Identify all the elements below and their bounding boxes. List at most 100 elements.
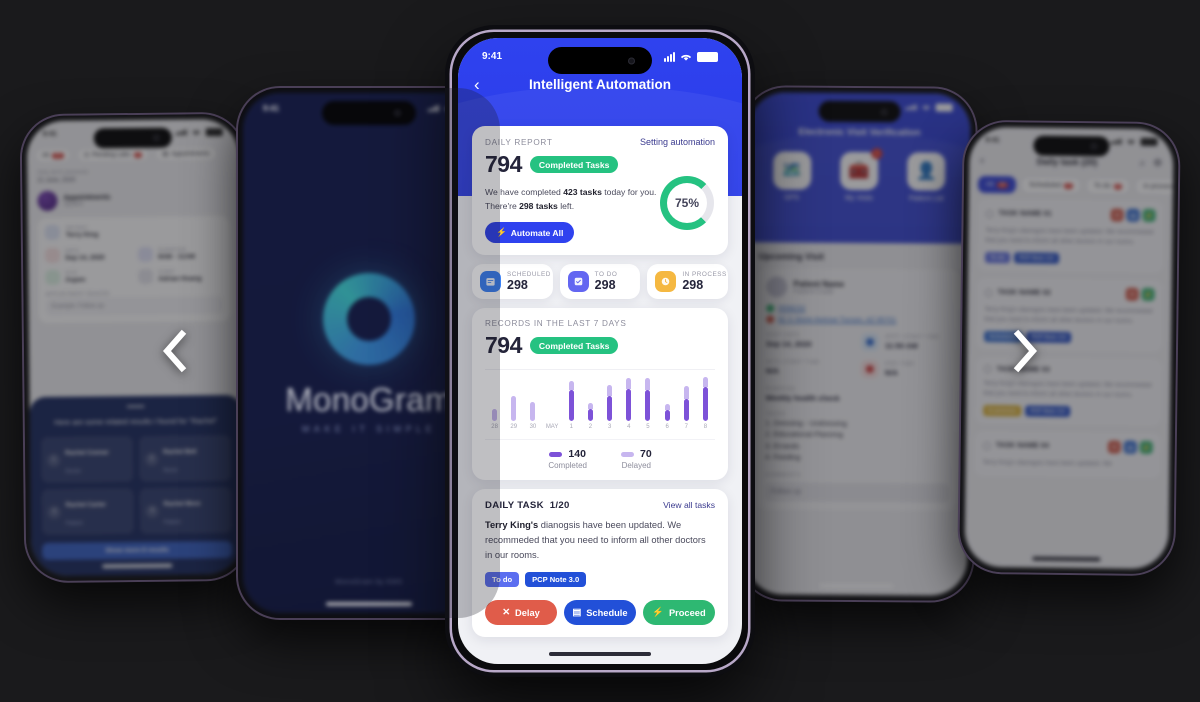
search-icon[interactable]: ⌕ <box>1140 157 1146 168</box>
tab-all[interactable]: All 12 <box>34 147 71 164</box>
result-name: Rachel Bell <box>163 448 197 456</box>
patient-name: Patient Name <box>793 279 845 289</box>
table-row[interactable]: TASK NAME 03 Terry King's dianogsis have… <box>975 357 1162 427</box>
list-item[interactable]: 4 Rachel More Patient <box>139 486 232 534</box>
list-item[interactable]: 3 Rachel Carter Patient <box>41 488 134 535</box>
address-link[interactable]: 82 S Stone Avenue Tucson, AZ 85701 <box>766 315 950 324</box>
field-visit-date-value: Sep 14, 2020 <box>765 339 812 349</box>
close-icon: ✕ <box>502 607 510 618</box>
tag-pcp-note[interactable]: PCP Note 3.0 <box>525 572 587 588</box>
search-body: View all 8 comments 21 June, 2020 Appoin… <box>27 166 241 325</box>
chart-bar-column <box>619 372 638 422</box>
table-row[interactable]: TASK NAME 04 ✕ ▤ ⚡ Terry King's dianogsi… <box>974 431 1161 479</box>
bolt-icon[interactable]: ⚡ <box>1139 441 1153 455</box>
main-scroll-area[interactable]: DAILY REPORT Setting automation 794 Comp… <box>458 126 742 664</box>
gear-icon[interactable]: ⚙ <box>1153 158 1162 169</box>
task-description: Terry King's dianogsis have been updated… <box>985 226 1154 246</box>
field-staff: STAFF Adrian Hoang <box>138 268 223 284</box>
list-item[interactable]: 1 Rachel Conner Doctor <box>40 436 134 483</box>
tab-all-label: All <box>985 180 994 189</box>
proceed-button[interactable]: ⚡ Proceed <box>643 600 715 626</box>
phone-link[interactable]: 5558232 <box>766 304 950 313</box>
radio-icon[interactable] <box>984 288 993 297</box>
proceed-label: Proceed <box>668 607 706 618</box>
avatar <box>766 276 788 298</box>
field-duration-value: 9AM - 11AM <box>158 253 196 261</box>
chevron-left-icon[interactable]: ‹ <box>980 155 994 167</box>
report-text: We have completed 423 tasks today for yo… <box>485 185 663 213</box>
legend-swatch-completed <box>549 451 563 457</box>
nav-patient-list[interactable]: 👤 Patient List <box>907 152 946 203</box>
carousel-prev-button[interactable] <box>158 326 192 376</box>
stat-card-scheduled[interactable]: SCHEDULED 298 <box>472 264 553 300</box>
chart-bar-column <box>677 372 696 422</box>
feed-source: Appointments System <box>37 189 229 212</box>
report-line2-pre: There're <box>485 201 520 212</box>
carousel-next-button[interactable] <box>1008 326 1042 376</box>
close-icon[interactable]: ✕ <box>1110 208 1124 222</box>
stat-label: TO DO <box>594 271 618 279</box>
comments-value[interactable]: Follow up <box>764 482 950 503</box>
appointment-card: PATIENT Terry King DATE Sep 14, 2020 DUR… <box>37 216 231 324</box>
avatar-icon <box>44 224 60 240</box>
radio-icon[interactable] <box>983 365 992 374</box>
bolt-icon[interactable]: ⚡ <box>1142 208 1156 223</box>
stat-card-inprocess[interactable]: IN PROCESS 298 <box>647 264 729 300</box>
stat-card-todo[interactable]: TO DO 298 <box>559 264 641 300</box>
notch <box>548 47 652 74</box>
field-patient-value: Terry King <box>65 231 99 239</box>
table-row[interactable]: TASK NAME 01 ✕ ▤ ⚡ Terry King's dianogsi… <box>976 198 1164 274</box>
chart-bar-column <box>696 372 715 422</box>
clock-icon: ◷ <box>83 151 90 159</box>
radio-icon[interactable] <box>982 441 991 450</box>
close-icon[interactable]: ✕ <box>1125 287 1139 301</box>
automate-all-button[interactable]: ⚡ Automate All <box>485 222 575 244</box>
calendar-icon[interactable]: ▤ <box>1126 208 1140 222</box>
schedule-button[interactable]: ▤ Schedule <box>564 600 636 626</box>
task-actions: ✕ Delay ▤ Schedule ⚡ Proceed <box>485 600 715 626</box>
radio-icon[interactable] <box>985 209 994 218</box>
avatar <box>37 190 58 212</box>
tab-todo[interactable]: To do 8 <box>1085 177 1131 195</box>
delay-button[interactable]: ✕ Delay <box>485 600 557 626</box>
chart-bar-delayed <box>607 384 613 397</box>
location-icon <box>45 269 61 285</box>
table-row[interactable]: TASK NAME 02 ✕ ⚡ Terry King's dianogsis … <box>975 277 1163 353</box>
nav-gps[interactable]: 🗺️ GPS <box>772 151 811 202</box>
calendar-icon[interactable]: ▤ <box>1123 441 1137 455</box>
progress-ring: 75% <box>660 176 714 230</box>
tab-all[interactable]: All 20 <box>977 175 1017 194</box>
nav-my-visits[interactable]: 🧰 1 My Visits <box>840 148 883 202</box>
list-item[interactable]: 2 Rachel Bell Nurse <box>138 435 232 482</box>
calendar-icon <box>480 271 501 293</box>
view-all-tasks-link[interactable]: View all tasks <box>663 500 715 510</box>
field-end-time: END TIME N/A <box>860 360 950 379</box>
show-more-button[interactable]: Show more 8 results <box>42 540 233 560</box>
field-date-value: Sep 14, 2020 <box>65 254 105 262</box>
reason-input[interactable]: Example: Follow up <box>45 296 224 316</box>
chart-x-tick: 29 <box>510 424 518 431</box>
field-actl-start-key: ACTL START TIME <box>765 359 821 366</box>
tab-scheduled[interactable]: Scheduled 6 <box>1021 176 1082 195</box>
setting-automation-link[interactable]: Setting automation <box>640 137 715 147</box>
result-number: 3 <box>47 505 61 519</box>
field-appt-start: APPT START TIME 11:50 AM <box>860 333 950 352</box>
sheet-handle[interactable] <box>126 404 145 408</box>
tab-pending-labs[interactable]: ◷ Pending Labs 3 <box>76 146 150 163</box>
close-icon[interactable]: ✕ <box>1107 440 1121 455</box>
source-title: Appointments <box>63 193 111 202</box>
view-all-comments[interactable]: View all 8 comments <box>37 168 229 176</box>
records-label: RECORDS IN THE LAST 7 DAYS <box>485 319 627 329</box>
tab-appointments[interactable]: ▤ Appointments <box>155 146 217 162</box>
bolt-icon[interactable]: ⚡ <box>1141 288 1155 302</box>
feed-date: 21 June, 2020 <box>37 177 76 185</box>
chart-bar-column <box>658 372 677 422</box>
tab-in-process[interactable]: In process <box>1135 177 1174 196</box>
field-visit-date: VISIT DATE Sep 14, 2020 <box>766 332 855 351</box>
battery-icon <box>205 128 223 137</box>
tag-todo[interactable]: To do <box>485 572 520 588</box>
chart-x-tick: 4 <box>627 424 631 431</box>
front-camera-icon <box>393 109 401 117</box>
report-line1-bold: 423 tasks <box>563 187 602 197</box>
bolt-icon: ⚡ <box>652 607 664 618</box>
